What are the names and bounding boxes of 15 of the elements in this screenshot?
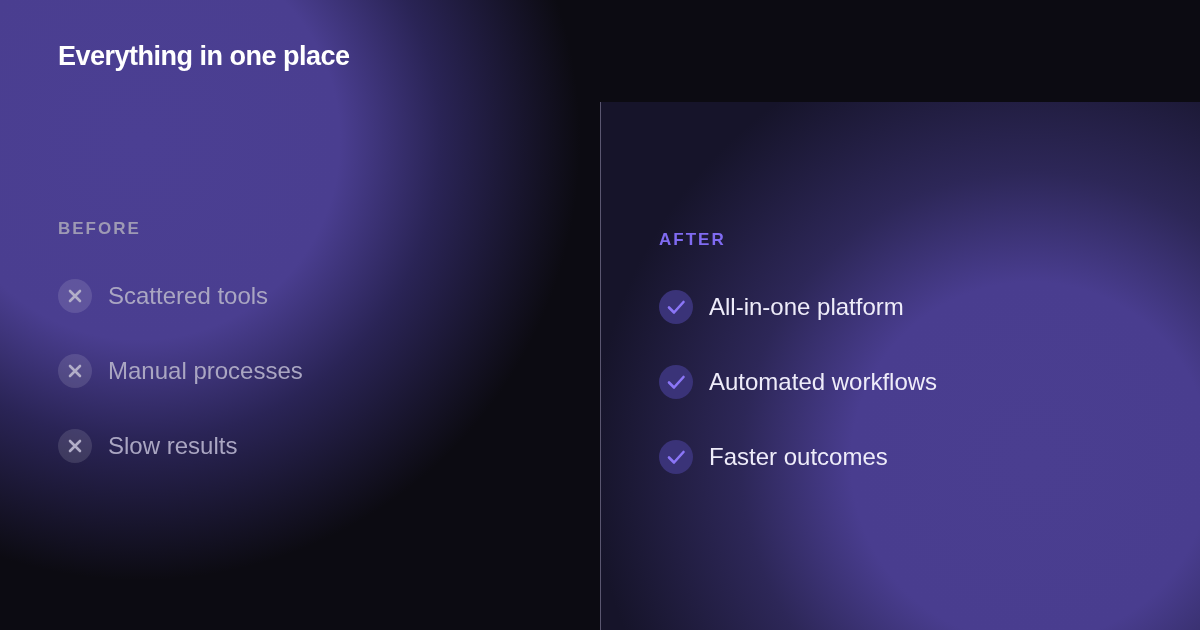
list-item-text: All-in-one platform <box>709 292 904 322</box>
column-heading: AFTER <box>659 231 727 248</box>
list-item-text: Automated workflows <box>709 367 938 397</box>
list-item-text: Scattered tools <box>108 281 269 312</box>
cross-icon <box>58 354 92 389</box>
list-item-text: Slow results <box>108 431 238 462</box>
cross-icon <box>58 429 92 464</box>
check-icon <box>659 440 693 474</box>
cross-icon <box>58 279 92 314</box>
column-heading: BEFORE <box>58 220 142 238</box>
check-icon <box>659 290 693 324</box>
list-item-text: Manual processes <box>108 356 303 387</box>
headline: Everything in one place <box>58 40 351 73</box>
list-item-text: Faster outcomes <box>709 442 888 472</box>
check-icon <box>659 365 693 399</box>
